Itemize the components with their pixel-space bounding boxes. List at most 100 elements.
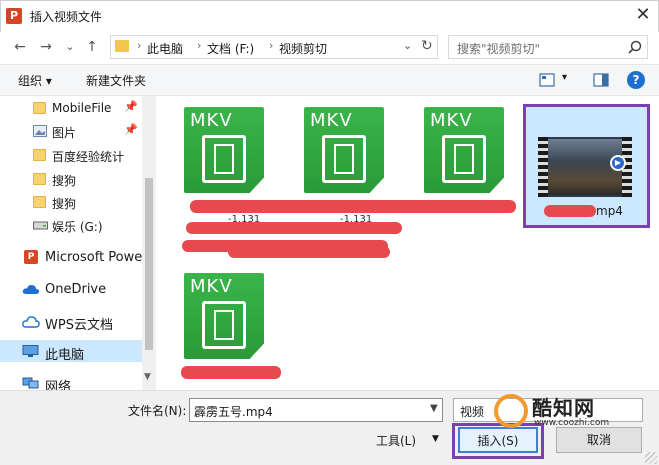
sidebar-item-powerpoint[interactable]: P Microsoft Power [0,246,148,268]
wps-cloud-icon [22,316,40,328]
computer-icon [22,345,39,357]
pictures-icon [33,125,47,137]
folder-icon [33,196,46,208]
search-placeholder: 搜索"视频剪切" [457,42,541,56]
sidebar-item-baidu-stats[interactable]: 百度经验统计 [0,144,142,166]
sidebar-item-pictures[interactable]: 图片 📌 [0,120,142,142]
mkv-file-tile[interactable]: MKV [184,107,268,197]
sidebar-item-sogou[interactable]: 搜狗 [0,168,142,190]
scroll-down-icon[interactable]: ▼ [144,372,151,382]
redaction-mark [181,366,281,379]
sidebar-item-this-pc[interactable]: 此电脑 [0,340,142,363]
mkv-badge: MKV [190,110,233,131]
search-icon [628,40,642,54]
breadcrumb-this-pc[interactable]: 此电脑 [147,40,183,57]
mkv-badge: MKV [190,276,233,297]
folder-icon [115,40,129,52]
redaction-mark [186,222,402,234]
mkv-file-tile[interactable]: MKV [304,107,388,197]
play-icon: ▶ [610,155,626,171]
watermark: 酷知网 www.coozhi.com [494,390,640,432]
breadcrumb-separator: › [269,39,274,52]
sidebar-item-label: 百度经验统计 [52,150,125,164]
sidebar-item-label: MobileFile [52,101,112,115]
folder-icon [33,173,46,185]
help-icon[interactable]: ? [627,71,645,89]
folder-icon [33,149,46,161]
window-title: 插入视频文件 [30,10,103,24]
film-icon [202,135,246,183]
mkv-badge: MKV [430,110,473,131]
up-icon[interactable]: ↑ [82,37,102,57]
cloud-icon [22,284,40,294]
breadcrumb-separator: › [197,39,202,52]
sidebar-item-sogou-2[interactable]: 搜狗 [0,191,142,213]
sidebar-item-label: 搜狗 [52,197,77,211]
sidebar-item-label: 搜狗 [52,174,77,188]
mkv-file-icon: MKV [304,107,384,193]
mkv-file-icon: MKV [184,107,264,193]
sidebar-item-network[interactable]: 网络 [0,372,142,390]
sidebar-item-mobilefile[interactable]: MobileFile 📌 [0,97,142,119]
mkv-file-icon: MKV [184,273,264,359]
watermark-url: www.coozhi.com [534,418,610,428]
sidebar-item-label: OneDrive [45,282,107,297]
sidebar-item-label: 图片 [52,126,77,140]
film-icon [322,135,366,183]
mkv-file-tile[interactable]: MKV [184,273,268,363]
back-icon[interactable]: ← [10,37,30,57]
breadcrumb-separator: › [137,39,142,52]
powerpoint-icon: P [24,250,38,264]
view-options-icon[interactable] [539,73,555,87]
refresh-icon[interactable]: ↻ [421,38,433,54]
sidebar-item-label: 娱乐 (G:) [52,220,103,234]
film-icon [202,301,246,349]
sidebar-item-label: 此电脑 [45,348,85,363]
resize-grip[interactable] [645,452,657,464]
close-icon[interactable]: ✕ [632,4,654,26]
breadcrumb-documents[interactable]: 文档 (F:) [207,40,254,57]
watermark-title: 酷知网 [532,396,595,420]
address-dropdown-icon[interactable]: ⌄ [403,39,412,52]
sidebar-item-label: WPS云文档 [45,318,113,333]
redaction-mark [190,200,516,213]
sidebar-item-wps-cloud[interactable]: WPS云文档 [0,310,142,333]
address-bar[interactable]: › 此电脑 › 文档 (F:) › 视频剪切 ⌄ ↻ [110,35,438,59]
mkv-badge: MKV [310,110,353,131]
new-folder-button[interactable]: 新建文件夹 [86,72,146,89]
chevron-down-icon[interactable]: ▼ [430,403,438,414]
pin-icon: 📌 [124,123,138,136]
redaction-mark [544,205,596,217]
organize-button[interactable]: 组织 ▾ [18,72,52,89]
folder-icon [33,102,46,114]
view-dropdown-icon[interactable]: ▾ [562,72,567,83]
filename-label: 文件名(N): [128,404,187,418]
tools-button[interactable]: 工具(L) [376,432,416,449]
forward-icon[interactable]: → [36,37,56,57]
navigation-pane: MobileFile 📌 图片 📌 百度经验统计 搜狗 搜狗 娱乐 (G:) P… [0,96,156,390]
preview-pane-icon[interactable] [593,73,609,87]
sidebar-item-label: 网络 [45,380,72,390]
mkv-file-tile[interactable]: MKV [424,107,508,197]
sidebar-item-label: Microsoft Power [45,250,148,265]
drive-icon [33,221,48,230]
pin-icon: 📌 [124,100,138,113]
tools-dropdown-icon[interactable]: ▼ [432,434,439,444]
file-type-value: 视频 [460,405,485,419]
selected-mp4-file-tile[interactable]: ▶ mp4 [523,104,650,228]
powerpoint-icon: P [6,8,22,24]
watermark-logo-icon [494,394,528,428]
sidebar-item-onedrive[interactable]: OneDrive [0,278,142,300]
network-icon [22,377,39,389]
file-extension-label: mp4 [596,204,623,218]
breadcrumb-video-cut[interactable]: 视频剪切 [279,40,327,57]
filename-value: 霹雳五号.mp4 [194,405,273,419]
sidebar-item-drive-g[interactable]: 娱乐 (G:) [0,214,142,236]
mkv-file-icon: MKV [424,107,504,193]
filename-input[interactable]: 霹雳五号.mp4 ▼ [189,398,443,422]
filmstrip-edge [538,137,548,197]
film-icon [442,135,486,183]
recent-locations-dropdown-icon[interactable]: ⌄ [60,37,80,57]
sidebar-scroll-thumb[interactable] [145,178,153,350]
search-input[interactable]: 搜索"视频剪切" [448,35,648,59]
